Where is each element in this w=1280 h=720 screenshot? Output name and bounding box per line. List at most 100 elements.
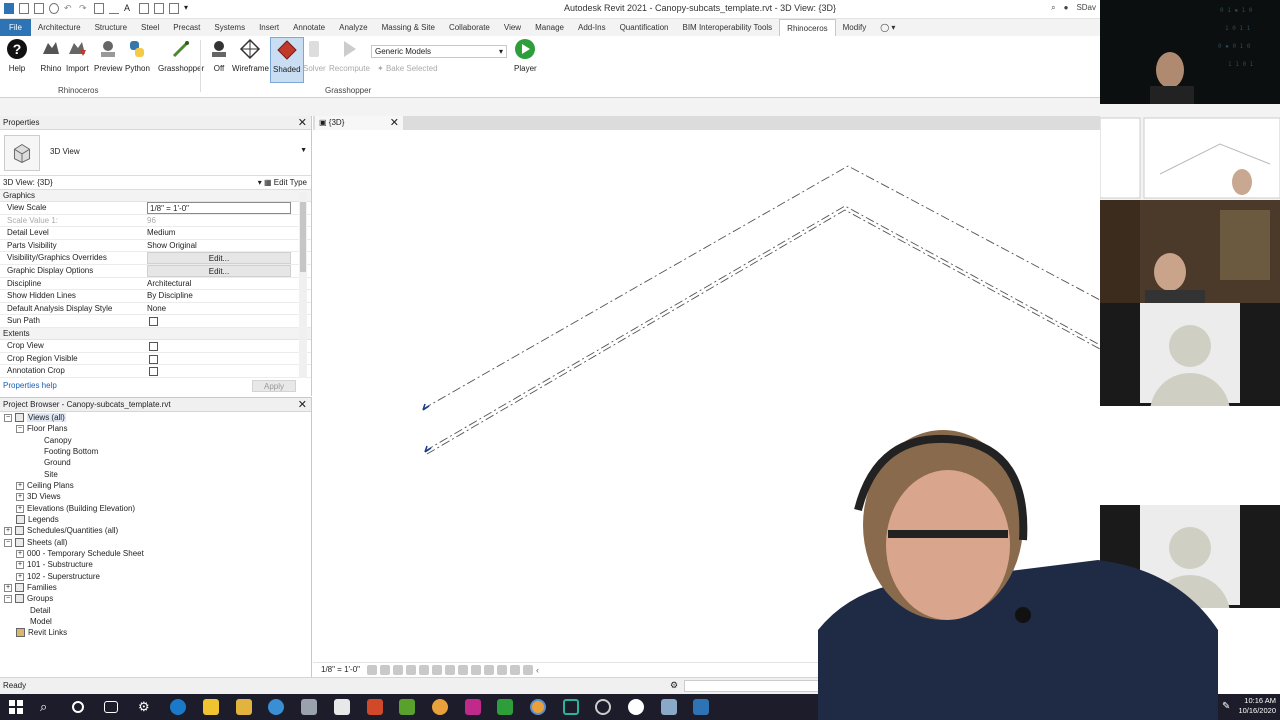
temporary-hide-icon[interactable]: [471, 665, 481, 675]
tree-sheet-000[interactable]: +000 - Temporary Schedule Sheet: [16, 548, 144, 559]
lock-3d-icon[interactable]: [458, 665, 468, 675]
crop-view-checkbox[interactable]: [149, 341, 158, 351]
settings-icon[interactable]: ⚙: [138, 699, 154, 715]
collapse-icon[interactable]: −: [16, 424, 24, 433]
app-icon[interactable]: [465, 699, 481, 715]
tree-revit-links[interactable]: Revit Links: [16, 627, 67, 638]
switch-windows-icon[interactable]: [169, 3, 179, 14]
app-icon[interactable]: [334, 699, 350, 715]
crop-view-icon[interactable]: [432, 665, 442, 675]
shadows-icon[interactable]: [406, 665, 416, 675]
app-icon[interactable]: [661, 699, 677, 715]
close-icon[interactable]: ✕: [390, 116, 399, 130]
tree-site[interactable]: Site: [44, 469, 58, 480]
save-icon[interactable]: [34, 3, 44, 14]
recompute-button[interactable]: Recompute: [329, 38, 370, 73]
app-icon[interactable]: [301, 699, 317, 715]
undo-icon[interactable]: ↶: [64, 3, 74, 14]
help-button[interactable]: ? Help: [6, 38, 28, 73]
sun-path-checkbox[interactable]: [149, 317, 158, 327]
tab-quantification[interactable]: Quantification: [613, 19, 676, 36]
file-explorer-icon[interactable]: [236, 699, 252, 715]
search-icon[interactable]: ⌕: [40, 699, 56, 715]
tab-analyze[interactable]: Analyze: [332, 19, 374, 36]
expand-icon[interactable]: +: [16, 572, 24, 581]
scroll-left-icon[interactable]: ‹: [536, 665, 546, 675]
tree-sheet-102[interactable]: +102 - Superstructure: [16, 571, 100, 582]
ribbon-options-icon[interactable]: ◯ ▾: [873, 19, 902, 36]
tab-annotate[interactable]: Annotate: [286, 19, 332, 36]
edge-icon[interactable]: [170, 699, 186, 715]
app-icon[interactable]: [268, 699, 284, 715]
crop-region-visible-checkbox[interactable]: [149, 354, 158, 364]
solver-button[interactable]: Solver: [303, 38, 326, 73]
tab-bim-interoperability[interactable]: BIM Interoperability Tools: [676, 19, 780, 36]
annotation-crop-checkbox[interactable]: [149, 367, 158, 377]
customize-qat-icon[interactable]: ▾: [184, 3, 194, 14]
analysis-display-icon[interactable]: [497, 665, 507, 675]
category-select[interactable]: Generic Models ▾: [371, 45, 507, 58]
edit-type-button[interactable]: ▾ ▦ Edit Type: [258, 176, 307, 190]
chrome-icon[interactable]: [530, 699, 546, 715]
wireframe-button[interactable]: Wireframe: [232, 38, 269, 73]
open-icon[interactable]: [19, 3, 29, 14]
windows-start-icon[interactable]: [8, 699, 24, 715]
rhino-button[interactable]: Rhino: [40, 38, 62, 73]
sync-icon[interactable]: [49, 3, 59, 14]
tree-3d-views[interactable]: +3D Views: [16, 491, 61, 502]
tree-views-all[interactable]: − Views (all): [4, 412, 66, 423]
status-field[interactable]: [684, 680, 824, 692]
grasshopper-taskbar-icon[interactable]: [497, 699, 513, 715]
section-icon[interactable]: [154, 3, 164, 14]
redo-icon[interactable]: ↷: [79, 3, 89, 14]
reveal-constraints-icon[interactable]: [523, 665, 533, 675]
bake-selected-button[interactable]: ✦ Bake Selected: [377, 64, 438, 73]
preview-button[interactable]: Preview: [94, 38, 122, 73]
collapse-icon[interactable]: −: [4, 538, 12, 547]
hidden-lines-field[interactable]: By Discipline: [147, 290, 291, 302]
app-icon[interactable]: [367, 699, 383, 715]
tree-floor-plans[interactable]: − Floor Plans: [16, 423, 67, 434]
tree-ground[interactable]: Ground: [44, 457, 71, 468]
tab-add-ins[interactable]: Add-Ins: [571, 19, 613, 36]
store-icon[interactable]: [203, 699, 219, 715]
expand-icon[interactable]: +: [16, 560, 24, 569]
expand-icon[interactable]: +: [16, 504, 24, 513]
tab-modify[interactable]: Modify: [836, 19, 874, 36]
tree-families[interactable]: + Families: [4, 582, 57, 593]
chrome-icon[interactable]: [432, 699, 448, 715]
scrollbar-thumb[interactable]: [300, 202, 306, 272]
user-icon[interactable]: ●: [1064, 3, 1069, 13]
app-icon[interactable]: [399, 699, 415, 715]
highlight-displacement-icon[interactable]: [510, 665, 520, 675]
render-icon[interactable]: [419, 665, 429, 675]
player-button[interactable]: Player: [514, 38, 537, 73]
properties-help-link[interactable]: Properties help: [3, 381, 57, 390]
tab-rhinoceros[interactable]: Rhinoceros: [779, 19, 836, 36]
tree-model[interactable]: Model: [30, 616, 52, 627]
import-button[interactable]: Import: [66, 38, 89, 73]
detail-level-icon[interactable]: [367, 665, 377, 675]
tab-steel[interactable]: Steel: [134, 19, 166, 36]
type-selector[interactable]: 3D View ▼: [0, 130, 311, 176]
tree-sheet-101[interactable]: +101 - Substructure: [16, 559, 93, 570]
collapse-icon[interactable]: −: [4, 413, 12, 422]
detail-level-field[interactable]: Medium: [147, 227, 291, 239]
sun-path-icon[interactable]: [393, 665, 403, 675]
tree-sheets[interactable]: − Sheets (all): [4, 537, 67, 548]
expand-icon[interactable]: +: [16, 492, 24, 501]
user-name[interactable]: SDav: [1076, 3, 1096, 13]
print-icon[interactable]: [94, 3, 104, 14]
tab-architecture[interactable]: Architecture: [31, 19, 88, 36]
expand-icon[interactable]: +: [4, 583, 12, 592]
expand-icon[interactable]: +: [4, 526, 12, 535]
tree-elevations[interactable]: + Elevations (Building Elevation): [16, 503, 135, 514]
properties-scrollbar[interactable]: [299, 192, 307, 378]
worksets-icon[interactable]: ⚙: [670, 680, 678, 691]
visual-style-icon[interactable]: [380, 665, 390, 675]
close-icon[interactable]: ✕: [298, 116, 307, 130]
tab-insert[interactable]: Insert: [252, 19, 286, 36]
tree-groups[interactable]: − Groups: [4, 593, 53, 604]
tab-massing-site[interactable]: Massing & Site: [375, 19, 442, 36]
vg-overrides-edit-button[interactable]: Edit...: [147, 252, 291, 265]
